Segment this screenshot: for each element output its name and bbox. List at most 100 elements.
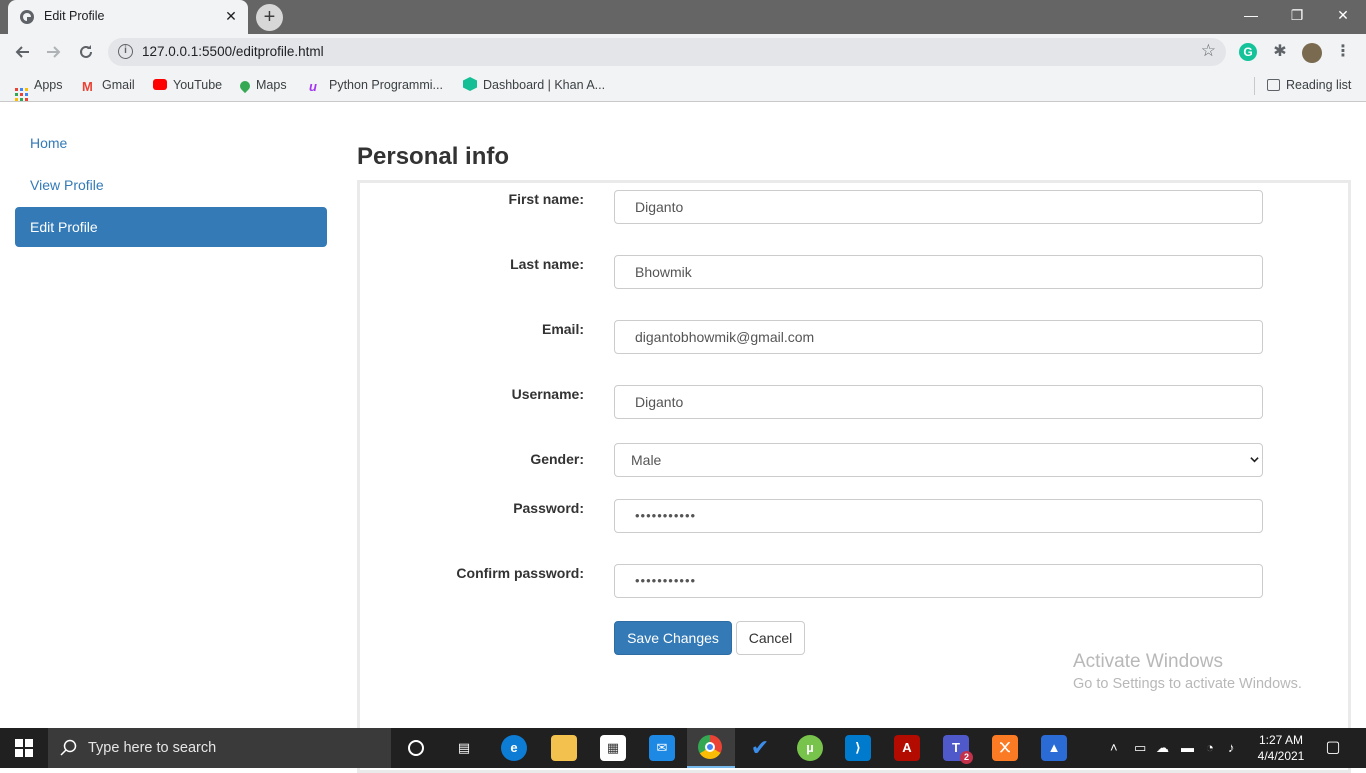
- sidebar-item-home[interactable]: Home: [15, 123, 327, 163]
- password-label: Password:: [513, 500, 584, 516]
- browser-tab[interactable]: Edit Profile ✕: [8, 0, 248, 34]
- restore-button[interactable]: ❐: [1274, 0, 1320, 30]
- grammarly-icon[interactable]: G: [1239, 43, 1257, 61]
- photos-icon[interactable]: ▲: [1041, 735, 1067, 761]
- clock-date: 4/4/2021: [1257, 749, 1305, 763]
- sidebar-item-edit-profile[interactable]: Edit Profile: [15, 207, 327, 247]
- bookmark-apps[interactable]: Apps: [15, 77, 63, 101]
- bookmark-label: Apps: [34, 78, 63, 92]
- reading-list-button[interactable]: Reading list: [1267, 77, 1351, 95]
- minimize-button[interactable]: —: [1228, 0, 1274, 30]
- todo-icon[interactable]: ✔: [747, 735, 773, 761]
- activate-windows-subtitle: Go to Settings to activate Windows.: [1073, 676, 1302, 692]
- last-name-input[interactable]: Bhowmik: [614, 255, 1263, 289]
- bookmark-label: Maps: [256, 78, 287, 92]
- page-title: Personal info: [357, 143, 510, 170]
- activate-windows-title: Activate Windows: [1073, 651, 1223, 672]
- bookmarks-bar: Apps M Gmail YouTube Maps u Python Program…: [0, 70, 1366, 102]
- clock-time: 1:27 AM: [1258, 733, 1304, 747]
- taskbar-search-box[interactable]: Type here to search: [48, 728, 391, 768]
- url-text[interactable]: 127.0.0.1:5500/editprofile.html: [142, 44, 324, 59]
- battery-icon[interactable]: ▬: [1181, 740, 1194, 755]
- gender-label: Gender:: [530, 451, 584, 467]
- browser-tab-strip: Edit Profile ✕ + — ❐ ✕: [0, 0, 1366, 34]
- globe-icon: [20, 10, 34, 24]
- teams-icon[interactable]: T 2: [943, 735, 973, 764]
- notifications-icon[interactable]: ▢: [1320, 735, 1346, 761]
- edge-icon[interactable]: e: [501, 735, 527, 761]
- gender-select[interactable]: Male: [614, 443, 1263, 477]
- profile-avatar[interactable]: [1302, 43, 1322, 63]
- confirm-password-label: Confirm password:: [456, 565, 584, 581]
- search-placeholder: Type here to search: [88, 740, 217, 756]
- taskbar-clock[interactable]: 1:27 AM 4/4/2021: [1249, 732, 1313, 764]
- windows-logo-icon: [15, 739, 33, 757]
- maps-icon: [237, 78, 253, 94]
- last-name-label: Last name:: [510, 256, 584, 272]
- email-input[interactable]: digantobhowmik@gmail.com: [614, 320, 1263, 354]
- onedrive-icon[interactable]: ☁: [1156, 740, 1169, 756]
- chevron-down-icon: [1250, 457, 1259, 463]
- close-window-button[interactable]: ✕: [1320, 0, 1366, 30]
- vscode-icon[interactable]: ⟩: [845, 735, 871, 761]
- khan-academy-icon: [463, 77, 477, 91]
- gender-selected-value: Male: [631, 452, 662, 468]
- first-name-input[interactable]: Diganto: [614, 190, 1263, 224]
- windows-taskbar: Type here to search ▤ e ▦ ✉ ✔ µ ⟩ A T 2 …: [0, 728, 1366, 768]
- close-tab-icon[interactable]: ✕: [222, 7, 240, 25]
- teams-badge: 2: [960, 751, 973, 764]
- tab-title: Edit Profile: [44, 9, 105, 23]
- xampp-icon[interactable]: ᙭: [992, 735, 1018, 761]
- bookmark-python[interactable]: u Python Programmi...: [309, 77, 443, 95]
- gmail-icon: M: [82, 79, 93, 94]
- forward-button[interactable]: [41, 39, 67, 65]
- store-icon[interactable]: ▦: [600, 735, 626, 761]
- bookmark-gmail[interactable]: M Gmail: [82, 77, 135, 95]
- page-content: Home View Profile Edit Profile Personal …: [0, 103, 1366, 773]
- chrome-icon: [698, 735, 722, 759]
- password-input[interactable]: •••••••••••: [614, 499, 1263, 533]
- volume-icon[interactable]: ♪: [1228, 740, 1235, 755]
- site-info-icon[interactable]: i: [118, 44, 133, 59]
- cancel-button[interactable]: Cancel: [736, 621, 805, 655]
- utorrent-icon[interactable]: µ: [797, 735, 823, 761]
- reading-list-icon: [1267, 79, 1280, 91]
- start-button[interactable]: [0, 728, 48, 768]
- chevron-up-icon[interactable]: ˄: [1110, 740, 1118, 755]
- bookmark-label: Gmail: [102, 78, 135, 92]
- bookmark-khan[interactable]: Dashboard | Khan A...: [463, 77, 605, 95]
- new-tab-button[interactable]: +: [256, 4, 283, 31]
- bookmark-divider: [1254, 77, 1255, 95]
- bookmark-star-icon[interactable]: ☆: [1201, 41, 1216, 61]
- wifi-icon[interactable]: ◔: [1206, 740, 1214, 755]
- email-label: Email:: [541, 321, 584, 337]
- arrow-right-icon: [47, 46, 61, 58]
- task-view-icon[interactable]: ▤: [451, 735, 477, 761]
- extensions-icon[interactable]: ✱: [1271, 43, 1289, 61]
- sidebar-item-view-profile[interactable]: View Profile: [15, 165, 327, 205]
- bookmark-label: YouTube: [173, 78, 223, 92]
- udemy-icon: u: [309, 79, 317, 94]
- reload-button[interactable]: [73, 39, 99, 65]
- save-changes-button[interactable]: Save Changes: [614, 621, 732, 655]
- back-button[interactable]: [9, 39, 35, 65]
- cortana-icon[interactable]: [403, 735, 429, 761]
- username-input[interactable]: Diganto: [614, 385, 1263, 419]
- mail-icon[interactable]: ✉: [649, 735, 675, 761]
- acrobat-icon[interactable]: A: [894, 735, 920, 761]
- reload-icon: [80, 45, 92, 58]
- first-name-label: First name:: [508, 191, 584, 207]
- arrow-left-icon: [15, 46, 29, 58]
- chrome-taskbar-button[interactable]: [687, 728, 735, 768]
- meet-now-icon[interactable]: ▭: [1134, 740, 1146, 756]
- youtube-icon: [153, 79, 167, 90]
- address-bar[interactable]: i 127.0.0.1:5500/editprofile.html ☆: [108, 38, 1226, 66]
- bookmark-label: Python Programmi...: [329, 78, 443, 92]
- bookmark-youtube[interactable]: YouTube: [153, 77, 222, 95]
- menu-kebab-icon[interactable]: ⋮: [1334, 43, 1352, 61]
- confirm-password-input[interactable]: •••••••••••: [614, 564, 1263, 598]
- file-explorer-icon[interactable]: [551, 735, 577, 761]
- bookmark-maps[interactable]: Maps: [237, 77, 287, 95]
- bookmark-label: Dashboard | Khan A...: [483, 78, 606, 92]
- username-label: Username:: [511, 386, 584, 402]
